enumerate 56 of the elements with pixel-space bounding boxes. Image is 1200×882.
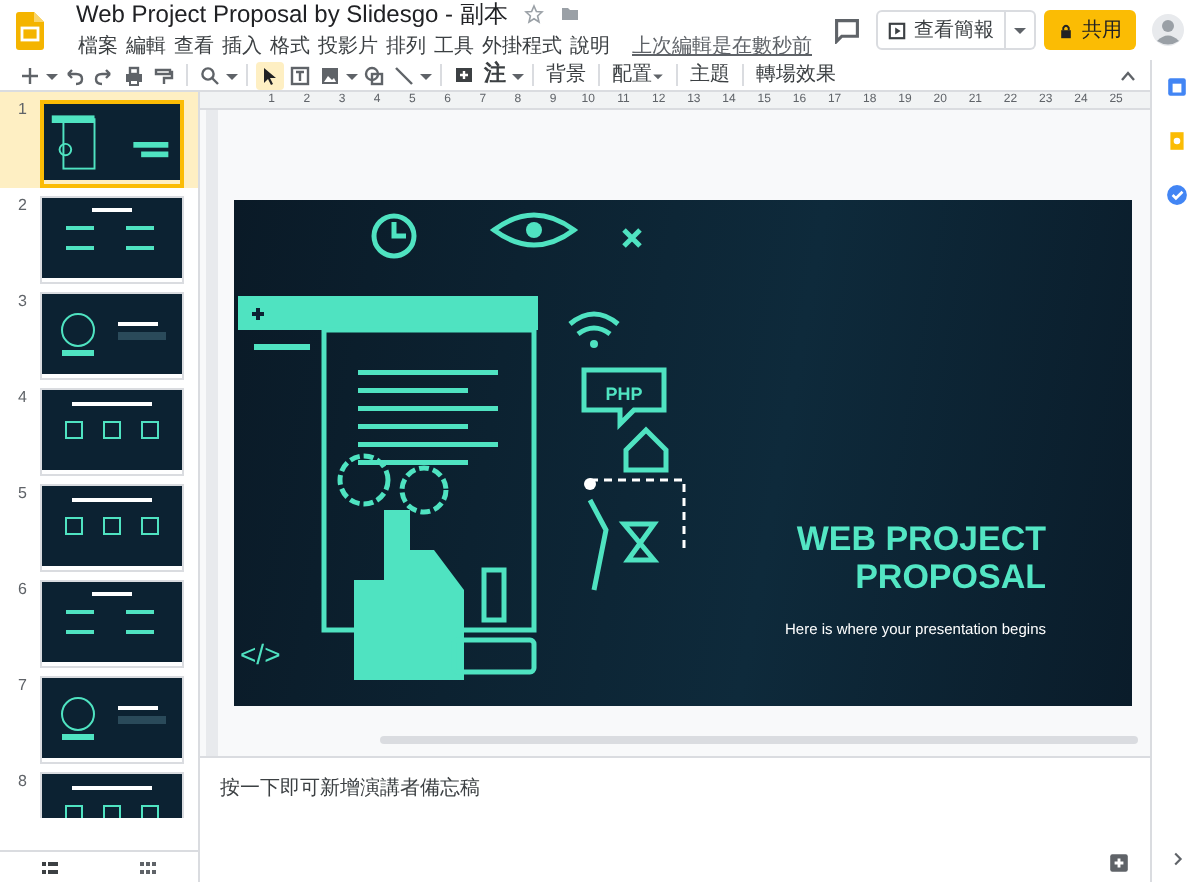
- menu-item[interactable]: 外掛程式: [480, 36, 564, 60]
- slide-thumbnail[interactable]: [42, 486, 182, 566]
- tasks-icon[interactable]: [1165, 184, 1187, 206]
- menu-item[interactable]: 查看: [172, 36, 216, 60]
- line-icon[interactable]: [390, 61, 418, 89]
- slide-thumbnail[interactable]: [44, 104, 180, 180]
- menu-item[interactable]: 排列: [384, 36, 428, 60]
- menu-item[interactable]: 投影片: [316, 36, 380, 60]
- filmstrip-view-icon[interactable]: [39, 857, 60, 877]
- slide-thumbnail[interactable]: [42, 678, 182, 758]
- document-title[interactable]: Web Project Proposal by Slidesgo - 副本: [76, 0, 508, 28]
- menu-item[interactable]: 說明: [568, 36, 612, 60]
- present-icon: [888, 21, 906, 39]
- present-button[interactable]: 查看簡報: [876, 10, 1006, 50]
- toolbar-button[interactable]: 背景: [542, 61, 590, 89]
- slide-thumbnail[interactable]: [42, 582, 182, 662]
- present-menu-caret[interactable]: [1006, 10, 1036, 50]
- slide-number: 2: [18, 196, 29, 218]
- slide-number: 5: [18, 484, 29, 506]
- slide-thumbnail[interactable]: [42, 294, 182, 374]
- zoom-icon[interactable]: [196, 61, 224, 89]
- slide-number: 4: [18, 388, 29, 410]
- slide-thumbnail[interactable]: [42, 390, 182, 470]
- shape-icon[interactable]: [360, 61, 388, 89]
- slide-number: 3: [18, 292, 29, 314]
- share-button[interactable]: 共用: [1044, 10, 1136, 50]
- last-edit-link[interactable]: 上次編輯是在數秒前: [632, 36, 812, 60]
- speaker-notes-field[interactable]: 按一下即可新增演講者備忘稿: [220, 774, 1130, 822]
- star-icon[interactable]: [523, 4, 544, 24]
- menu-item[interactable]: 檔案: [76, 36, 120, 60]
- pointer-icon[interactable]: [256, 61, 284, 89]
- avatar[interactable]: [1152, 14, 1184, 46]
- add-note-icon[interactable]: [1108, 852, 1130, 874]
- menu-item[interactable]: 工具: [432, 36, 476, 60]
- slide-number: 6: [18, 580, 29, 602]
- folder-icon[interactable]: [559, 4, 580, 24]
- text-box-icon[interactable]: [286, 61, 314, 89]
- menu-item[interactable]: 格式: [268, 36, 312, 60]
- slide-title: WEB PROJECT PROPOSAL: [796, 520, 1046, 596]
- php-label: PHP: [605, 384, 643, 404]
- lock-icon: [1058, 21, 1074, 39]
- toolbar-button[interactable]: 轉場效果: [752, 61, 840, 89]
- code-symbol: </>: [240, 638, 281, 670]
- slide-thumbnail[interactable]: [42, 198, 182, 278]
- menu-item[interactable]: 編輯: [124, 36, 168, 60]
- comment-icon[interactable]: [834, 17, 860, 43]
- slide-number: 1: [18, 100, 29, 122]
- toolbar-button[interactable]: 主題: [686, 61, 734, 89]
- grid-view-icon[interactable]: [138, 857, 159, 877]
- slide-number: 7: [18, 676, 29, 698]
- menu-item[interactable]: 插入: [220, 36, 264, 60]
- print-icon[interactable]: [120, 61, 148, 89]
- toolbar-button[interactable]: 配置: [608, 61, 668, 89]
- input-tools-button[interactable]: 注: [480, 61, 510, 89]
- calendar-icon[interactable]: [1165, 76, 1187, 98]
- slide-number: 8: [18, 772, 29, 794]
